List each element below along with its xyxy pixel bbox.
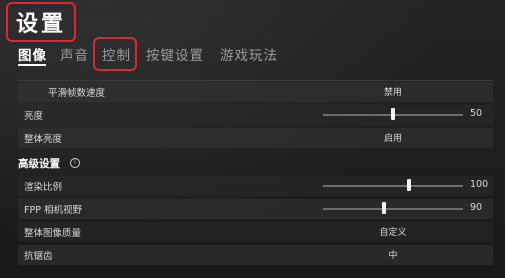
setting-label: FPP 相机视野: [24, 205, 82, 216]
fov-value: 90: [470, 202, 483, 213]
advanced-settings-heading: 高级设置: [18, 158, 60, 170]
setting-label: 平滑帧数速度: [48, 88, 106, 99]
active-tab-underline: [18, 64, 46, 66]
setting-row-render-scale[interactable]: 渲染比例 100: [18, 176, 493, 196]
setting-label: 整体图像质量: [24, 228, 82, 239]
fov-slider-track[interactable]: [323, 208, 463, 210]
tab-image[interactable]: 图像: [18, 44, 47, 64]
setting-value[interactable]: 禁用: [363, 85, 423, 98]
setting-label: 整体亮度: [24, 134, 63, 145]
setting-row-smooth-framerate[interactable]: 平滑帧数速度 禁用: [18, 82, 493, 102]
fov-slider-thumb[interactable]: [382, 202, 386, 214]
setting-row-brightness[interactable]: 亮度 50: [18, 105, 493, 125]
divider: [18, 80, 493, 81]
tab-highlight-box: [93, 37, 137, 71]
tab-gameplay[interactable]: 游戏玩法: [220, 44, 278, 64]
setting-row-fpp-fov[interactable]: FPP 相机视野 90: [18, 199, 493, 219]
render-scale-value: 100: [470, 179, 489, 190]
setting-label: 抗锯齿: [24, 251, 53, 262]
info-icon[interactable]: i: [70, 158, 80, 168]
setting-row-anti-aliasing[interactable]: 抗锯齿 中: [18, 245, 493, 265]
title-highlight-box: [6, 2, 76, 42]
setting-value[interactable]: 启用: [363, 131, 423, 144]
setting-row-overall-quality[interactable]: 整体图像质量 自定义: [18, 222, 493, 242]
setting-label: 渲染比例: [24, 182, 63, 193]
render-scale-slider-thumb[interactable]: [407, 179, 411, 191]
brightness-slider-thumb[interactable]: [391, 108, 395, 120]
tab-sound[interactable]: 声音: [60, 44, 89, 64]
brightness-value: 50: [470, 108, 483, 119]
setting-label: 亮度: [24, 111, 44, 122]
setting-value[interactable]: 自定义: [363, 225, 423, 238]
setting-value[interactable]: 中: [363, 248, 423, 261]
tab-keybindings[interactable]: 按键设置: [146, 44, 204, 64]
setting-row-overall-brightness[interactable]: 整体亮度 启用: [18, 128, 493, 148]
render-scale-slider-track[interactable]: [323, 185, 463, 187]
